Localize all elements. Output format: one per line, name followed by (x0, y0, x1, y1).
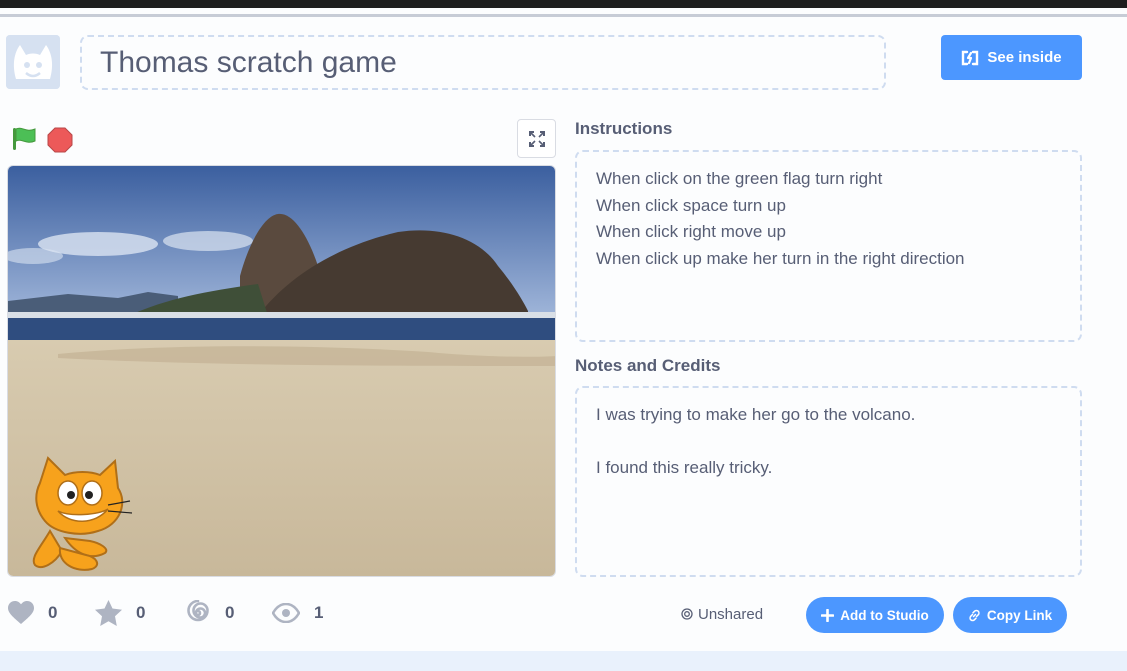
green-flag-button[interactable] (10, 126, 38, 152)
plus-icon (821, 608, 835, 622)
instructions-line: When click up make her turn in the right… (596, 248, 965, 268)
instructions-line: When click right move up (596, 222, 786, 241)
stop-icon (47, 127, 73, 153)
instructions-heading: Instructions (575, 119, 673, 138)
see-inside-label: See inside (987, 49, 1062, 66)
instructions-line: When click on the green flag turn right (596, 169, 883, 188)
user-avatar-icon (6, 35, 60, 89)
green-flag-icon (13, 127, 36, 150)
stop-button[interactable] (47, 127, 73, 153)
notes-line: I was trying to make her go to the volca… (596, 405, 916, 424)
instructions-line: When click space turn up (596, 195, 786, 215)
unshared-status: Unshared (681, 603, 763, 625)
footer-band (0, 651, 1127, 671)
fullscreen-icon (528, 130, 545, 147)
notes-heading: Notes and Credits (575, 356, 721, 375)
project-title: Thomas scratch game (100, 45, 397, 79)
see-inside-button[interactable]: See inside (941, 35, 1082, 80)
notes-line: I found this really tricky. (596, 458, 773, 477)
unshared-icon (681, 608, 693, 620)
copy-link-label: Copy Link (986, 607, 1053, 623)
remix-swirl-icon (187, 600, 209, 622)
add-to-studio-button[interactable]: Add to Studio (806, 597, 944, 633)
star-icon (95, 600, 122, 626)
heart-icon (8, 601, 34, 624)
notes-field[interactable]: I was trying to make her go to the volca… (575, 386, 1082, 577)
browser-top-bar (0, 0, 1127, 8)
view-count: 1 (314, 603, 324, 622)
add-to-studio-label: Add to Studio (840, 607, 929, 623)
scratch-cat-sprite[interactable] (20, 453, 140, 577)
copy-link-button[interactable]: Copy Link (953, 597, 1067, 633)
project-title-field[interactable]: Thomas scratch game (80, 35, 886, 90)
see-inside-icon (962, 50, 979, 65)
eye-icon (272, 603, 300, 623)
unshared-label: Unshared (698, 605, 764, 623)
link-icon (969, 609, 980, 621)
love-count: 0 (48, 603, 58, 622)
notes-line (596, 429, 1061, 456)
favorite-stat[interactable]: 0 (95, 598, 145, 628)
view-stat: 1 (272, 598, 323, 628)
love-stat[interactable]: 0 (8, 598, 57, 628)
favorite-count: 0 (136, 603, 146, 622)
remix-stat: 0 (185, 598, 234, 628)
remix-count: 0 (225, 603, 235, 622)
project-stage[interactable] (7, 165, 556, 577)
fullscreen-button[interactable] (517, 119, 556, 158)
avatar[interactable] (6, 35, 60, 89)
nav-divider (0, 14, 1127, 17)
instructions-field[interactable]: When click on the green flag turn right … (575, 150, 1082, 342)
